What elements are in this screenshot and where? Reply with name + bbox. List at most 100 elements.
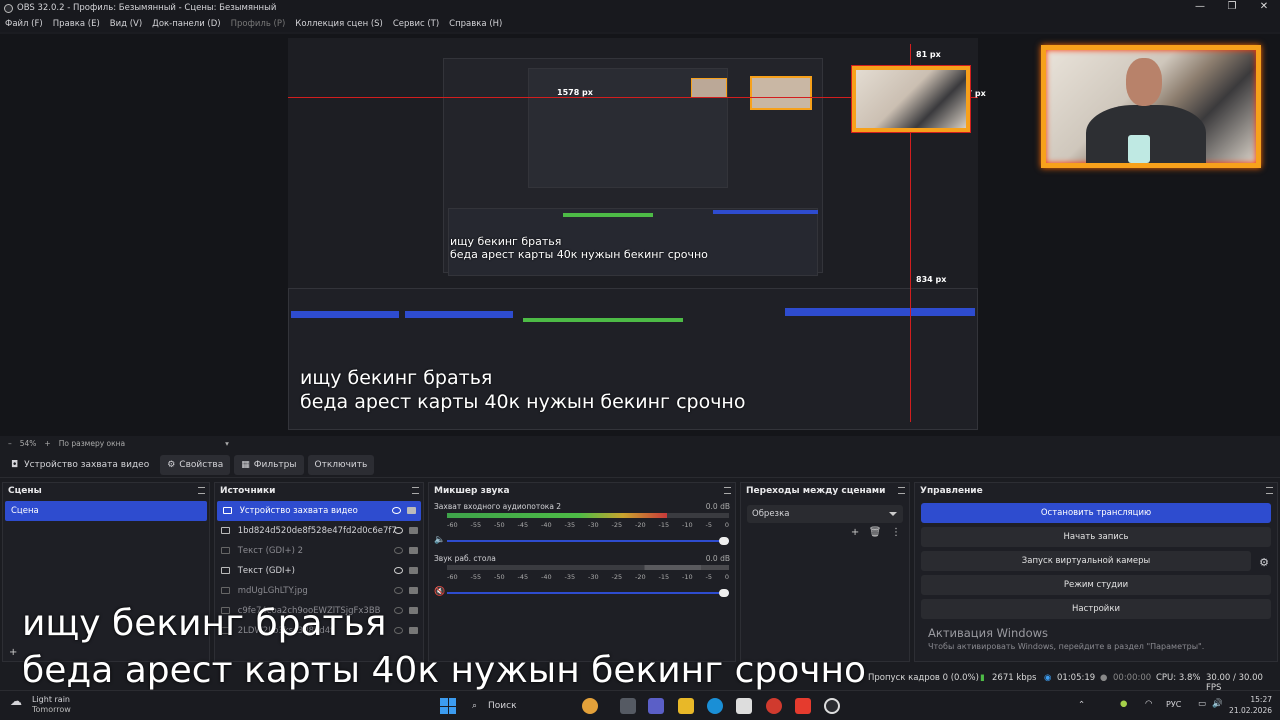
chevron-down-icon[interactable]: ▾ <box>225 439 229 448</box>
scale-tick: -15 <box>658 573 670 581</box>
obs-taskbar-icon[interactable] <box>824 698 840 714</box>
source-item[interactable]: Устройство захвата видео <box>217 501 421 521</box>
tray-chevron-icon[interactable]: ⌃ <box>1078 700 1085 710</box>
speaker-muted-icon[interactable]: 🔇 <box>434 587 445 597</box>
source-item[interactable]: Текст (GDI+) <box>215 561 423 581</box>
preview-area[interactable]: ищу бекинг братья беда арест карты 40к н… <box>0 34 1280 436</box>
start-virtual-camera-button[interactable]: Запуск виртуальной камеры <box>921 551 1251 571</box>
dock-menu-icon[interactable] <box>898 487 905 494</box>
file-explorer-icon[interactable] <box>678 698 694 714</box>
maximize-button[interactable]: ❐ <box>1216 0 1248 16</box>
scale-tick: -60 <box>447 521 458 529</box>
dock-menu-icon[interactable] <box>1266 487 1273 494</box>
yandex-icon[interactable] <box>795 698 811 714</box>
minimize-button[interactable]: — <box>1184 0 1216 16</box>
start-recording-button[interactable]: Начать запись <box>921 527 1271 547</box>
selected-source-box[interactable] <box>852 66 970 132</box>
volume-slider[interactable] <box>447 537 729 545</box>
menu-edit[interactable]: Правка (E) <box>48 19 105 29</box>
preview-caption-line-2: беда арест карты 40к нужын бекинг срочно <box>300 391 746 413</box>
window-title: OBS 32.0.2 - Профиль: Безымянный - Сцены… <box>17 3 277 13</box>
network-icon[interactable]: ▭ <box>1198 699 1206 709</box>
zoom-out-button[interactable]: – <box>8 439 12 448</box>
lock-icon[interactable] <box>409 547 418 554</box>
scale-tick: -10 <box>682 521 693 529</box>
trash-icon[interactable]: 🗑 <box>869 527 882 538</box>
scene-item[interactable]: Сцена <box>5 501 207 521</box>
audio-meter <box>447 513 729 518</box>
settings-button[interactable]: Настройки <box>921 599 1271 619</box>
store-icon[interactable] <box>736 698 752 714</box>
more-icon[interactable]: ⋮ <box>891 527 901 538</box>
cloud-rain-icon: ☁ <box>10 694 22 708</box>
dock-menu-icon[interactable] <box>412 487 419 494</box>
menu-tools[interactable]: Сервис (T) <box>388 19 444 29</box>
visibility-eye-icon[interactable] <box>394 567 403 574</box>
weather-widget[interactable]: ☁ Light rain Tomorrow <box>10 695 71 715</box>
dock-menu-icon[interactable] <box>198 487 205 494</box>
record-time: 00:00:00 <box>1113 673 1152 683</box>
scale-tick: -55 <box>470 573 482 581</box>
menu-profile[interactable]: Профиль (P) <box>226 19 291 29</box>
edge-icon[interactable] <box>707 698 723 714</box>
volume-knob[interactable] <box>719 589 729 597</box>
menu-scene-collection[interactable]: Коллекция сцен (S) <box>290 19 388 29</box>
tray-wifi-icon[interactable]: ◠ <box>1145 699 1152 709</box>
nested-cam-1 <box>750 76 812 110</box>
guide-line-bottom <box>910 132 911 422</box>
scale-tick: -45 <box>517 521 529 529</box>
track-db: 0.0 dB <box>705 554 730 563</box>
stop-streaming-button[interactable]: Остановить трансляцию <box>921 503 1271 523</box>
visibility-eye-off-icon[interactable] <box>394 547 403 554</box>
volume-knob[interactable] <box>719 537 729 545</box>
dock-menu-icon[interactable] <box>724 487 731 494</box>
tray-app-icon[interactable]: ● <box>1120 699 1127 709</box>
start-button-icon[interactable] <box>440 698 456 714</box>
close-button[interactable]: ✕ <box>1248 0 1280 16</box>
source-item[interactable]: mdUgLGhLTY.jpg <box>215 581 423 601</box>
visibility-eye-off-icon[interactable] <box>394 587 403 594</box>
visibility-eye-icon[interactable] <box>394 527 403 534</box>
visibility-eye-icon[interactable] <box>392 507 401 514</box>
task-view-icon[interactable] <box>620 698 636 714</box>
visibility-eye-off-icon[interactable] <box>394 607 403 614</box>
volume-icon[interactable]: 🔊 <box>1212 699 1223 709</box>
audio-meter <box>447 565 729 570</box>
teams-icon[interactable] <box>648 698 664 714</box>
yandex-browser-icon[interactable] <box>766 698 782 714</box>
lock-icon[interactable] <box>409 567 418 574</box>
menu-file[interactable]: Файл (F) <box>0 19 48 29</box>
taskbar-search[interactable]: ⌕ Поиск <box>468 697 568 715</box>
volume-slider[interactable] <box>447 589 729 597</box>
properties-button[interactable]: ⚙ Свойства <box>160 454 231 475</box>
menu-docks[interactable]: Док-панели (D) <box>147 19 225 29</box>
scale-tick: -40 <box>541 521 552 529</box>
zoom-in-button[interactable]: + <box>44 439 50 448</box>
camera-icon: ◘ <box>11 459 19 470</box>
language-indicator[interactable]: РУС <box>1166 700 1181 709</box>
deactivate-button[interactable]: Отключить <box>307 454 375 475</box>
add-icon[interactable]: + <box>851 527 859 538</box>
filters-button[interactable]: ▦ Фильтры <box>234 454 304 475</box>
add-scene-icon[interactable]: + <box>9 647 17 658</box>
widget-food-icon[interactable] <box>582 698 598 714</box>
lock-icon[interactable] <box>407 507 416 514</box>
virtual-cam-row: Запуск виртуальной камеры ⚙ <box>915 551 1277 571</box>
source-item[interactable]: 1bd824d520de8f528e47fd2d0c6e7f7 <box>215 521 423 541</box>
scale-tick: -25 <box>611 521 623 529</box>
lock-icon[interactable] <box>409 627 418 634</box>
visibility-eye-off-icon[interactable] <box>394 627 403 634</box>
lock-icon[interactable] <box>409 527 418 534</box>
cpu-usage: CPU: 3.8% <box>1156 673 1201 683</box>
clock[interactable]: 15:27 21.02.2026 <box>1229 694 1272 716</box>
lock-icon[interactable] <box>409 607 418 614</box>
studio-mode-button[interactable]: Режим студии <box>921 575 1271 595</box>
menu-view[interactable]: Вид (V) <box>105 19 147 29</box>
speaker-icon[interactable]: 🔈 <box>434 535 445 545</box>
menu-help[interactable]: Справка (H) <box>444 19 507 29</box>
gear-icon[interactable]: ⚙ <box>1259 556 1269 569</box>
transition-select[interactable]: Обрезка <box>747 505 903 523</box>
fit-mode-select[interactable]: По размеру окна <box>59 439 125 448</box>
source-item[interactable]: Текст (GDI+) 2 <box>215 541 423 561</box>
lock-icon[interactable] <box>409 587 418 594</box>
